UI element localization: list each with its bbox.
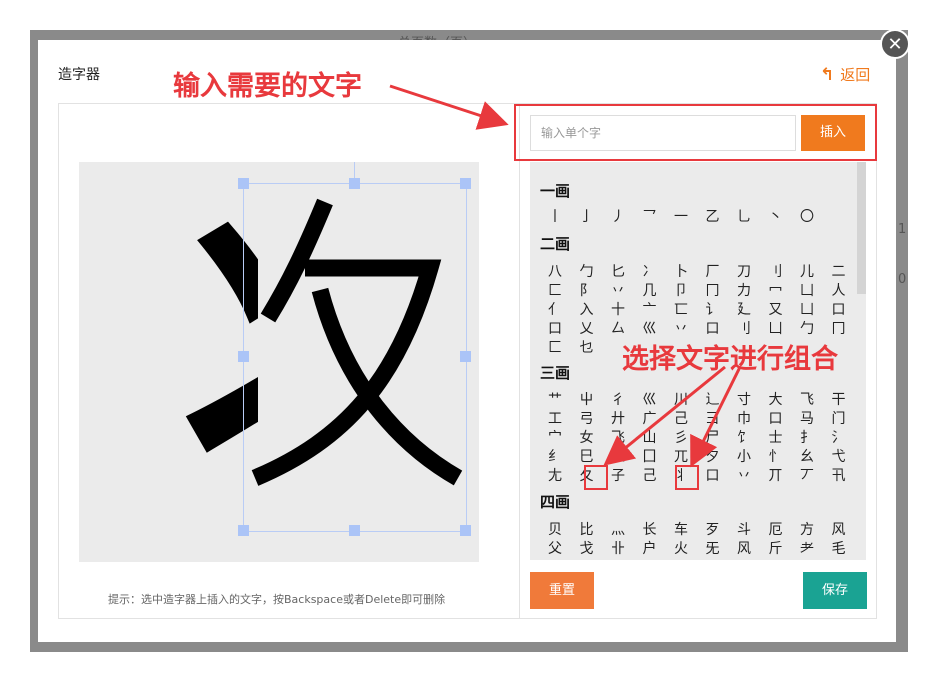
annotation-arrows bbox=[389, 84, 742, 468]
arrow-to-right-frame bbox=[690, 366, 742, 468]
arrow-to-input bbox=[389, 84, 509, 130]
arrow-to-left-frame bbox=[603, 365, 726, 466]
